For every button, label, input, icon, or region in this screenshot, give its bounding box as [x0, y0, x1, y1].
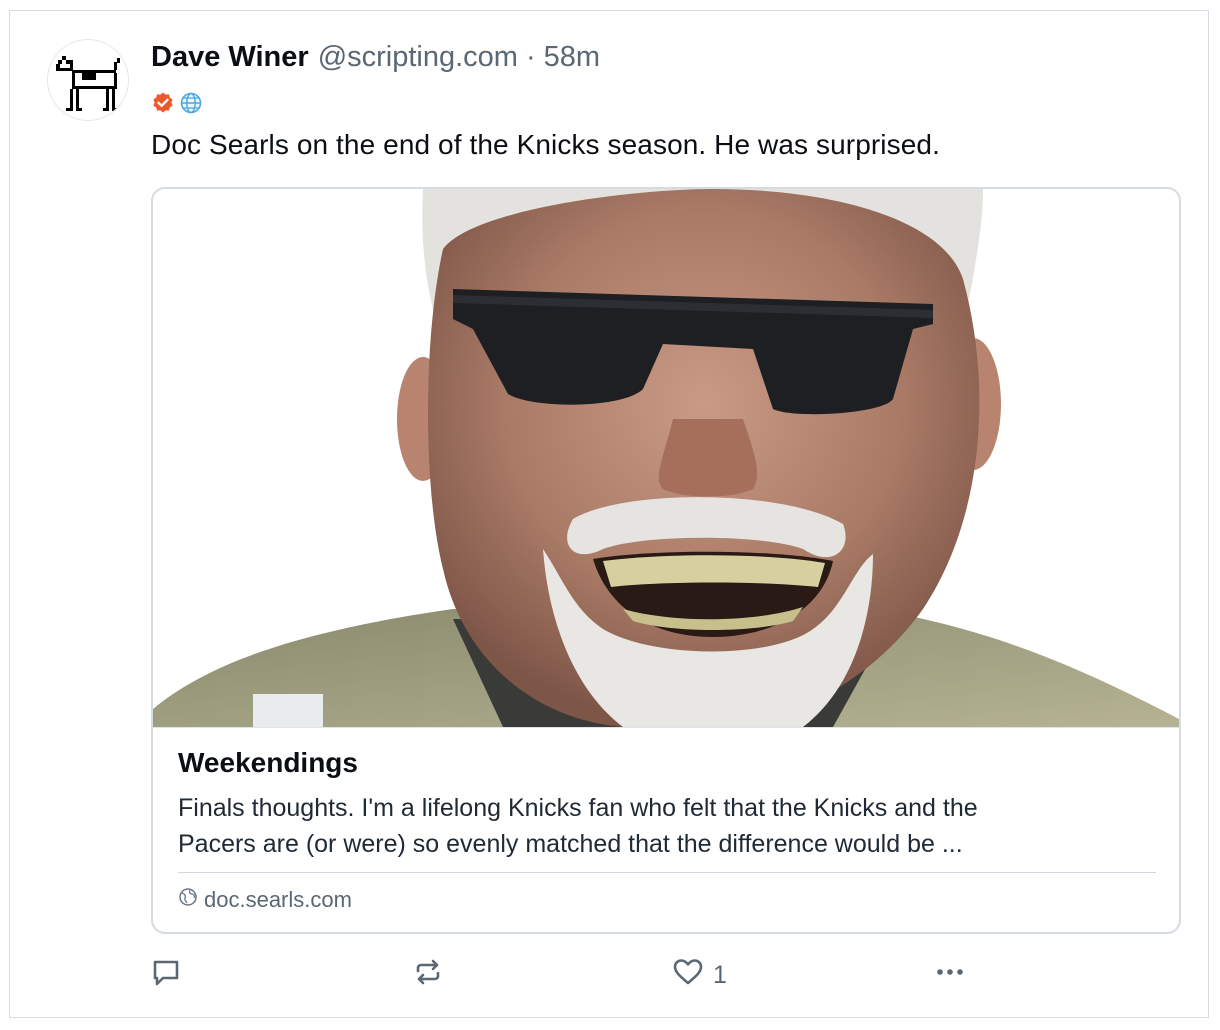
repost-icon: [411, 955, 445, 996]
link-card-description-line: Finals thoughts. I'm a lifelong Knicks f…: [178, 794, 978, 822]
heart-icon: [671, 955, 705, 996]
like-button[interactable]: 1: [671, 955, 727, 996]
link-card-domain-text: doc.searls.com: [204, 887, 352, 912]
dog-icon: [56, 56, 120, 111]
reply-icon: [149, 955, 183, 996]
link-preview-card[interactable]: Weekendings Finals thoughts. I'm a lifel…: [151, 187, 1181, 934]
verified-check-icon[interactable]: [151, 91, 175, 120]
like-count: 1: [713, 961, 727, 989]
link-card-description-line: Pacers are (or were) so evenly matched t…: [178, 830, 963, 858]
author-avatar[interactable]: [47, 39, 129, 121]
post-timestamp[interactable]: 58m: [544, 41, 600, 74]
photo-of-smiling-man-with-sunglasses: [153, 189, 1179, 727]
ellipsis-icon: [931, 955, 969, 996]
author-display-name[interactable]: Dave Winer: [151, 41, 309, 74]
link-card-title: Weekendings: [178, 747, 358, 778]
repost-button[interactable]: [411, 955, 453, 996]
post-actions-bar: 1: [149, 955, 979, 991]
post-card[interactable]: Dave Winer @scripting.com · 58m Doc Sear…: [9, 10, 1209, 1018]
link-card-divider: [178, 872, 1156, 873]
globe-outline-icon: [178, 887, 198, 913]
link-card-image[interactable]: [153, 189, 1179, 728]
separator-dot: ·: [525, 40, 536, 73]
author-badges: [151, 91, 203, 120]
globe-icon[interactable]: [179, 91, 203, 120]
post-body-text: Doc Searls on the end of the Knicks seas…: [151, 129, 940, 160]
reply-button[interactable]: [149, 955, 191, 996]
more-options-button[interactable]: [931, 955, 969, 996]
link-card-domain: doc.searls.com: [178, 887, 352, 913]
post-header: Dave Winer @scripting.com · 58m: [151, 39, 600, 75]
author-handle[interactable]: @scripting.com: [318, 41, 518, 74]
link-card-description: Finals thoughts. I'm a lifelong Knicks f…: [178, 790, 1158, 862]
